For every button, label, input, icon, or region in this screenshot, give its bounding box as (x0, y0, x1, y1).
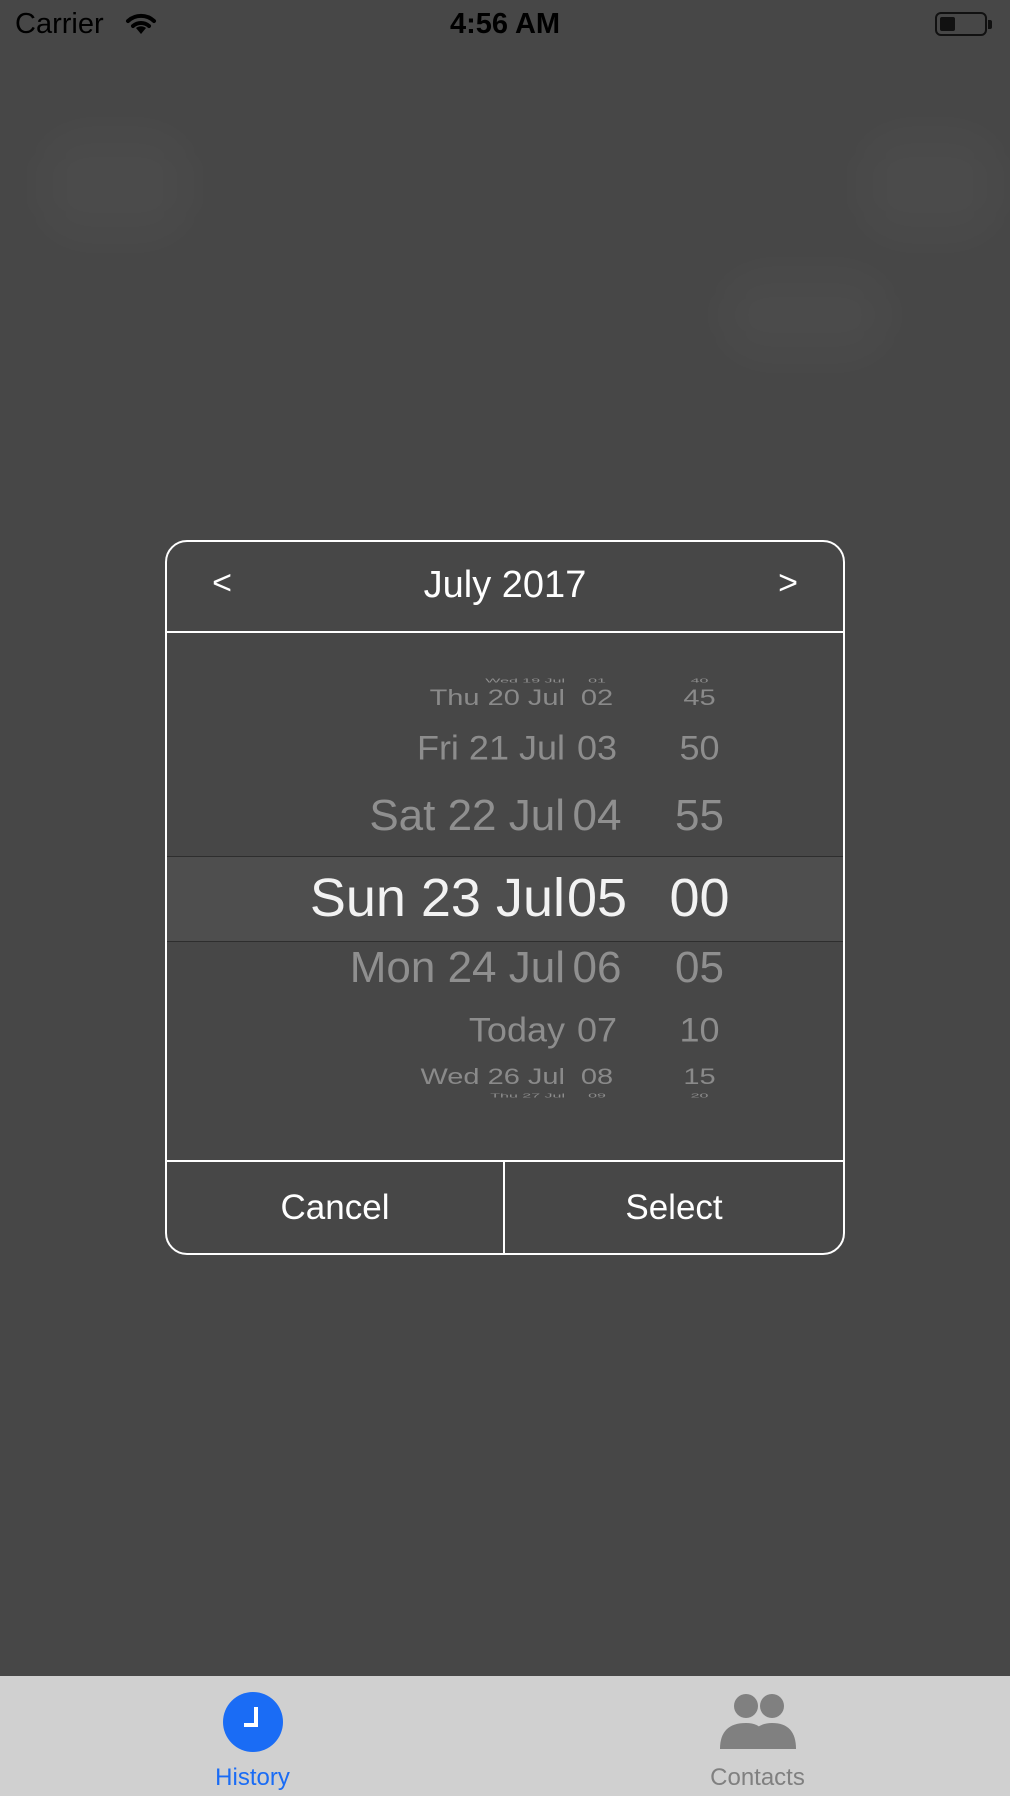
tab-bar: History Contacts (0, 1676, 1010, 1796)
picker-hour: 01 (588, 678, 606, 684)
tab-history[interactable]: History (0, 1676, 505, 1796)
picker-hour: 05 (566, 868, 628, 928)
picker-date: Wed 26 Jul (420, 1065, 565, 1089)
battery-icon (935, 12, 992, 36)
picker-hour: 02 (580, 686, 614, 710)
picker-hour: 08 (580, 1065, 614, 1089)
date-picker-dialog: < July 2017 > Wed 19 Jul 01 40 Thu 20 Jul 02… (165, 540, 845, 1255)
picker-date: Fri 21 Jul (416, 728, 565, 767)
picker-minute: 20 (690, 1093, 709, 1099)
background-blur (40, 130, 190, 240)
picker-row[interactable]: Wed 19 Jul 01 40 (167, 678, 843, 685)
tab-label-contacts: Contacts (710, 1764, 805, 1791)
clock-icon (222, 1691, 284, 1758)
background-blur (860, 130, 1000, 240)
contacts-icon (716, 1691, 800, 1758)
dialog-footer: Cancel Select (167, 1160, 843, 1253)
picker-minute: 05 (675, 943, 724, 992)
picker-date: Mon 24 Jul (349, 943, 565, 992)
picker-row[interactable]: Thu 20 Jul 02 45 (167, 686, 843, 712)
picker-row[interactable]: Sat 22 Jul 04 55 (167, 791, 843, 844)
picker-date: Sat 22 Jul (369, 791, 565, 840)
picker-row[interactable]: Wed 26 Jul 08 15 (167, 1065, 843, 1091)
tab-label-history: History (215, 1764, 290, 1791)
picker-hour: 09 (588, 1093, 606, 1099)
next-month-button[interactable]: > (758, 564, 818, 603)
picker-minute: 50 (679, 728, 720, 767)
picker-row[interactable]: Today 07 10 (167, 1010, 843, 1051)
month-title: July 2017 (423, 564, 587, 606)
picker-hour: 04 (572, 791, 622, 840)
picker-hour: 03 (576, 728, 618, 767)
picker-minute: 45 (683, 686, 716, 710)
picker-hour: 06 (572, 943, 622, 992)
picker-row[interactable]: Thu 27 Jul 09 20 (167, 1093, 843, 1100)
status-time: 4:56 AM (449, 8, 561, 40)
tab-contacts[interactable]: Contacts (505, 1676, 1010, 1796)
picker-row[interactable]: Fri 21 Jul 03 50 (167, 728, 843, 769)
status-bar: Carrier 4:56 AM (0, 0, 1010, 50)
picker-minute: 40 (690, 678, 709, 684)
picker-row-selected[interactable]: Sun 23 Jul 05 00 (167, 867, 843, 932)
select-button[interactable]: Select (505, 1162, 843, 1253)
picker-minute: 10 (679, 1010, 720, 1049)
picker-row[interactable]: Mon 24 Jul 06 05 (167, 943, 843, 996)
picker-minute: 15 (683, 1065, 716, 1089)
background-blur (720, 270, 890, 360)
picker-date: Sun 23 Jul (309, 868, 565, 928)
picker-date: Thu 20 Jul (429, 686, 565, 710)
picker-minute: 55 (675, 791, 724, 840)
date-time-picker-wheel[interactable]: Wed 19 Jul 01 40 Thu 20 Jul 02 45 Fri 21 Jul 03… (167, 633, 843, 1163)
cancel-button[interactable]: Cancel (167, 1162, 505, 1253)
dialog-header: < July 2017 > (167, 542, 843, 633)
picker-hour: 07 (576, 1010, 618, 1049)
picker-minute: 00 (669, 868, 730, 928)
